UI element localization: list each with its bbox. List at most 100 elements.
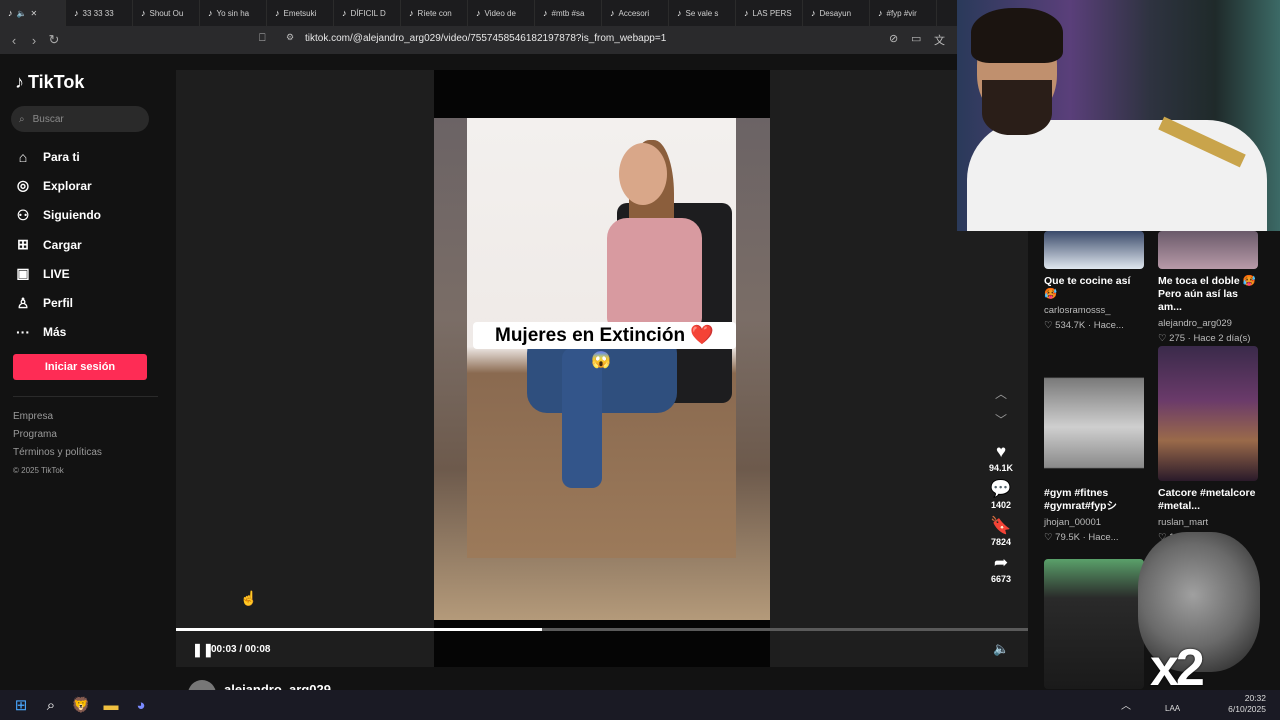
footer-link-terminos[interactable]: Términos y políticas	[13, 444, 102, 462]
browser-tab[interactable]: ♪ #mtb #sa	[535, 0, 602, 26]
footer-link-empresa[interactable]: Empresa	[13, 408, 102, 426]
back-icon[interactable]: ‹	[4, 33, 24, 48]
tiktok-logo[interactable]: ♪ TikTok	[15, 72, 84, 93]
volume-icon[interactable]: 🔈	[993, 641, 1009, 657]
browser-tab[interactable]: ♪ Desayun	[803, 0, 870, 26]
caption-emoji: 😱	[591, 352, 611, 369]
compass-icon: ◎	[16, 177, 30, 194]
tiktok-icon: ♪	[610, 8, 615, 18]
nav-item-perfil[interactable]: ♙ Perfil	[15, 288, 101, 317]
discord-icon[interactable]: ◕	[127, 691, 155, 719]
multiplier-overlay: x2	[1150, 639, 1205, 697]
rec-card[interactable]: Que te cocine así 🥵 carlosramosss_ ♡ 534…	[1044, 231, 1144, 331]
like-count: 94.1K	[988, 463, 1014, 473]
save-button[interactable]: 🔖 7824	[981, 515, 1021, 547]
comment-count: 1402	[990, 500, 1012, 510]
browser-tab[interactable]: ♪ DÍFICIL D	[334, 0, 401, 26]
rec-thumbnail[interactable]	[1044, 559, 1144, 689]
rec-thumbnail[interactable]	[1158, 231, 1258, 269]
translate-icon[interactable]: 文	[934, 32, 945, 48]
reload-icon[interactable]: ↻	[44, 32, 64, 48]
tiktok-icon: ♪	[275, 8, 280, 18]
browser-tab-bar: ♪ 🔈 ✕ ♪ 33 33 33 ♪ Shout Ou ♪ Yo sin ha ♪ Emet…	[0, 0, 960, 26]
live-icon: ▣	[16, 265, 30, 282]
tiktok-icon: ♪	[8, 8, 13, 18]
browser-tab-active[interactable]: ♪ 🔈 ✕	[0, 0, 66, 26]
upload-icon: ⊞	[17, 236, 29, 253]
address-bar: ‹ › ↻ ⎕ ⚙ tiktok.com/@alejandro_arg029/v…	[0, 26, 960, 54]
url-field[interactable]: tiktok.com/@alejandro_arg029/video/75574…	[305, 33, 666, 44]
browser-tab[interactable]: ♪ Yo sin ha	[200, 0, 267, 26]
speaker-icon: 🔈	[16, 8, 27, 18]
share-count: 6673	[990, 574, 1012, 584]
browser-tab[interactable]: ♪ 33 33 33	[66, 0, 133, 26]
no-cast-icon[interactable]: ⊘	[889, 32, 898, 45]
video-progress-bar[interactable]	[176, 628, 1028, 631]
more-icon: ···	[16, 324, 30, 341]
windows-start-icon[interactable]: ⊞	[7, 691, 35, 719]
like-button[interactable]: ♥ 94.1K	[981, 441, 1021, 473]
browser-tab[interactable]: ♪ LAS PERS	[736, 0, 803, 26]
search-input[interactable]: ⌕ Buscar	[11, 106, 149, 132]
language-indicator[interactable]: LAA	[1165, 704, 1180, 713]
tiktok-icon: ♪	[74, 8, 79, 18]
file-explorer-icon[interactable]: ▬	[97, 691, 125, 719]
browser-tab[interactable]: ♪ Se vale s	[669, 0, 736, 26]
nav-item-live[interactable]: ▣ LIVE	[15, 259, 101, 288]
tiktok-icon: ♪	[811, 8, 816, 18]
video-time: 00:03 / 00:08	[211, 644, 271, 655]
browser-tab[interactable]: ♪ Shout Ou	[133, 0, 200, 26]
site-settings-icon[interactable]: ⚙	[286, 32, 294, 43]
webcam-overlay	[957, 0, 1280, 231]
rec-thumbnail[interactable]	[1044, 346, 1144, 481]
rec-thumbnail[interactable]	[1044, 231, 1144, 269]
browser-tab[interactable]: ♪ Video de	[468, 0, 535, 26]
search-placeholder: Buscar	[32, 113, 64, 125]
video-caption: Mujeres en Extinción ❤️	[473, 322, 736, 349]
browser-tab[interactable]: ♪ Accesori	[602, 0, 669, 26]
tiktok-icon: ♪	[141, 8, 146, 18]
home-icon: ⌂	[18, 148, 28, 165]
profile-icon: ♙	[16, 294, 30, 311]
nav-item-explorar[interactable]: ◎ Explorar	[15, 171, 101, 200]
bookmark-icon[interactable]: ⎕	[259, 32, 266, 45]
bookmark-icon: 🔖	[990, 516, 1012, 535]
rec-card[interactable]	[1044, 559, 1144, 689]
rec-thumbnail[interactable]	[1158, 346, 1258, 481]
head-shape	[619, 143, 667, 205]
footer-link-programa[interactable]: Programa	[13, 426, 102, 444]
search-icon[interactable]: ⌕	[37, 691, 65, 719]
clock[interactable]: 20:32 6/10/2025	[1228, 693, 1266, 715]
forward-icon[interactable]: ›	[24, 33, 44, 48]
screen-icon[interactable]: ▭	[911, 32, 921, 45]
clock-time: 20:32	[1244, 693, 1266, 703]
nav-item-mas[interactable]: ··· Más	[15, 318, 101, 347]
sidebar: ♪ TikTok ⌕ Buscar ⌂ Para ti ◎ Explorar ⚇ Sig…	[0, 54, 165, 690]
comment-button[interactable]: 💬 1402	[981, 478, 1021, 510]
browser-tab[interactable]: ♪ Emetsuki	[267, 0, 334, 26]
copyright: © 2025 TikTok	[13, 466, 64, 475]
nav-item-cargar[interactable]: ⊞ Cargar	[15, 230, 101, 259]
rec-card[interactable]: Me toca el doble 🥵 Pero aún así las am..…	[1158, 231, 1258, 344]
login-button[interactable]: Iniciar sesión	[13, 354, 147, 380]
search-icon: ⌕	[19, 113, 25, 125]
nav-item-siguiendo[interactable]: ⚇ Siguiendo	[15, 201, 101, 230]
nav-item-para-ti[interactable]: ⌂ Para ti	[15, 142, 101, 171]
progress-fill	[176, 628, 543, 631]
tiktok-icon: ♪	[208, 8, 213, 18]
chevron-up-icon[interactable]: ︿	[981, 385, 1021, 411]
tiktok-icon: ♪	[543, 8, 548, 18]
browser-tab[interactable]: ♪ Ríete con	[401, 0, 468, 26]
chevron-down-icon[interactable]: ﹀	[981, 411, 1021, 437]
brave-browser-icon[interactable]: 🦁	[67, 691, 95, 719]
chevron-up-icon[interactable]: ︿	[1121, 697, 1131, 712]
rec-card[interactable]: #gym #fitnes #gymrat#fypシ jhojan_00001 ♡…	[1044, 346, 1144, 543]
hair-shape	[971, 8, 1063, 63]
close-tab-icon[interactable]: ✕	[30, 9, 37, 18]
rec-card[interactable]: Catcore #metalcore #metal... ruslan_mart…	[1158, 346, 1258, 543]
comment-icon: 💬	[990, 479, 1012, 498]
browser-tab[interactable]: ♪ #fyp #vir	[870, 0, 937, 26]
share-button[interactable]: ➦ 6673	[981, 552, 1021, 584]
tiktok-icon: ♪	[476, 8, 481, 18]
shirt-shape	[967, 120, 1267, 231]
